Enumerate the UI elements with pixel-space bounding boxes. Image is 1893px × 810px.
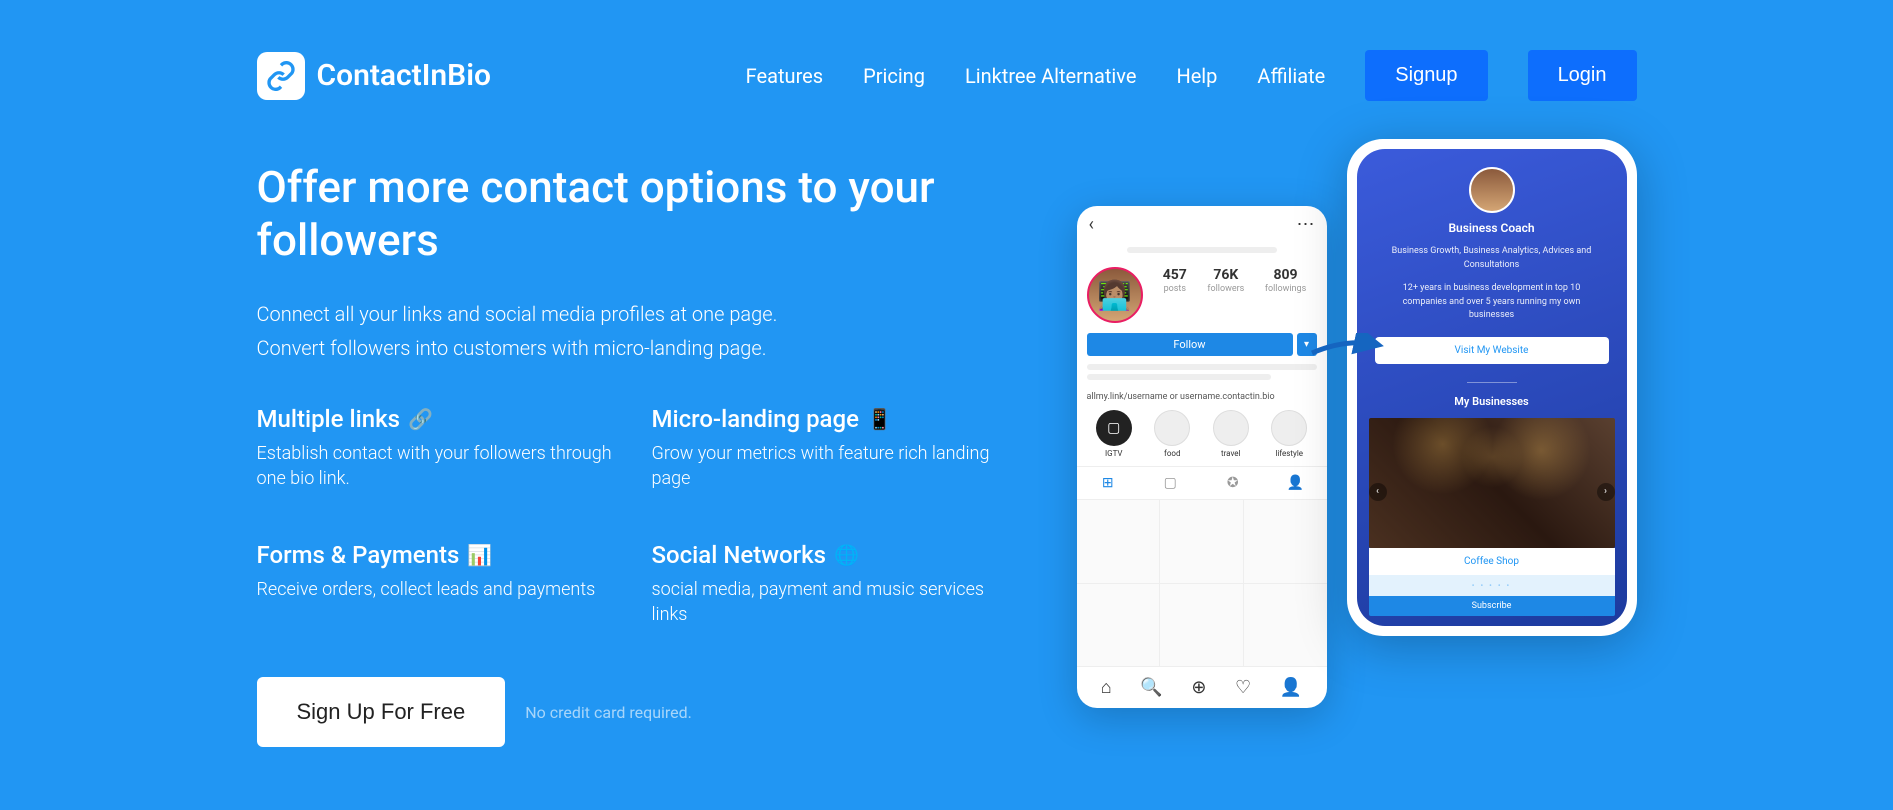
story-igtv: ▢IGTV [1096, 410, 1132, 458]
landing-desc2: 12+ years in business development in top… [1367, 282, 1617, 323]
landing-title: Business Coach [1367, 221, 1617, 235]
feature-desc: Establish contact with your followers th… [257, 441, 622, 491]
feature-title: Micro-landing page [652, 405, 859, 433]
feature-forms-payments: Forms & Payments 📊 Receive orders, colle… [257, 541, 622, 627]
story-lifestyle: lifestyle [1271, 410, 1307, 458]
landing-avatar [1469, 167, 1515, 213]
cta-note: No credit card required. [525, 703, 692, 722]
nav-features[interactable]: Features [746, 64, 823, 88]
landing-divider [1467, 382, 1517, 383]
main-nav: Features Pricing Linktree Alternative He… [746, 50, 1637, 101]
feature-multiple-links: Multiple links 🔗 Establish contact with … [257, 405, 622, 491]
home-icon: ⌂ [1101, 677, 1112, 698]
logo[interactable]: ContactInBio [257, 52, 491, 100]
insta-profile-row: 👩🏽‍💻 457 posts 76K followers 809 foll [1077, 257, 1327, 333]
search-icon: 🔍 [1140, 677, 1162, 698]
feature-desc: Receive orders, collect leads and paymen… [257, 577, 622, 602]
landing-carousel: ‹ › [1367, 418, 1617, 548]
signup-free-button[interactable]: Sign Up For Free [257, 677, 506, 747]
stat-following: 809 followings [1265, 267, 1306, 323]
insta-stats: 457 posts 76K followers 809 followings [1153, 267, 1317, 323]
instagram-mockup: ‹ ⋯ 👩🏽‍💻 457 posts 76K followers [1077, 206, 1327, 708]
carousel-prev-icon: ‹ [1369, 483, 1387, 501]
hero-sub-line2: Convert followers into customers with mi… [257, 331, 1017, 365]
visit-website-button: Visit My Website [1375, 337, 1609, 364]
grid-tab-icon: ⊞ [1077, 467, 1140, 499]
insta-bio-placeholder [1077, 364, 1327, 392]
feature-micro-landing: Micro-landing page 📱 Grow your metrics w… [652, 405, 1017, 491]
hero-phones: ‹ ⋯ 👩🏽‍💻 457 posts 76K followers [1077, 161, 1637, 711]
more-icon: ⋯ [1297, 214, 1315, 235]
hero-section: Offer more contact options to your follo… [257, 161, 1637, 747]
login-button[interactable]: Login [1528, 50, 1637, 101]
cta-row: Sign Up For Free No credit card required… [257, 677, 1017, 747]
insta-username-placeholder [1127, 247, 1277, 253]
stat-followers: 76K followers [1207, 267, 1244, 323]
globe-icon: 🌐 [834, 543, 859, 567]
features-grid: Multiple links 🔗 Establish contact with … [257, 405, 1017, 628]
profile-icon: 👤 [1280, 677, 1302, 698]
landing-desc1: Business Growth, Business Analytics, Adv… [1367, 245, 1617, 272]
phone-icon: 📱 [867, 407, 892, 431]
heart-icon: ♡ [1235, 677, 1251, 698]
coffee-shop-image [1369, 418, 1615, 548]
arrow-icon [1307, 333, 1387, 363]
feature-title: Forms & Payments [257, 541, 460, 569]
tagged-tab-icon: 👤 [1264, 467, 1327, 499]
landing-screen: Business Coach Business Growth, Business… [1357, 149, 1627, 626]
nav-linktree[interactable]: Linktree Alternative [965, 64, 1136, 88]
signup-button[interactable]: Signup [1365, 50, 1487, 101]
insta-bio-link: allmy.link/username or username.contacti… [1077, 392, 1327, 410]
subscribe-button: Subscribe [1369, 596, 1615, 616]
hero-title: Offer more contact options to your follo… [257, 161, 1017, 267]
feature-social-networks: Social Networks 🌐 social media, payment … [652, 541, 1017, 627]
nav-pricing[interactable]: Pricing [863, 64, 925, 88]
feature-desc: social media, payment and music services… [652, 577, 1017, 627]
logo-icon [257, 52, 305, 100]
hero-content: Offer more contact options to your follo… [257, 161, 1017, 747]
insta-follow-row: Follow ▾ [1077, 333, 1327, 364]
add-icon: ⊕ [1191, 677, 1206, 698]
nav-affiliate[interactable]: Affiliate [1257, 64, 1325, 88]
insta-top-bar: ‹ ⋯ [1077, 206, 1327, 243]
brand-name: ContactInBio [317, 58, 491, 93]
link-icon: 🔗 [408, 407, 433, 431]
hero-sub-line1: Connect all your links and social media … [257, 297, 1017, 331]
insta-bottom-nav: ⌂ 🔍 ⊕ ♡ 👤 [1077, 666, 1327, 708]
feed-tab-icon: ▢ [1139, 467, 1202, 499]
back-icon: ‹ [1089, 214, 1094, 235]
insta-post-grid [1077, 500, 1327, 666]
nav-help[interactable]: Help [1176, 64, 1217, 88]
follow-button: Follow [1087, 333, 1293, 356]
landing-page-mockup: Business Coach Business Growth, Business… [1347, 139, 1637, 636]
hero-subtitle: Connect all your links and social media … [257, 297, 1017, 365]
insta-avatar: 👩🏽‍💻 [1087, 267, 1143, 323]
star-tab-icon: ✪ [1202, 467, 1265, 499]
header: ContactInBio Features Pricing Linktree A… [257, 0, 1637, 101]
story-travel: travel [1213, 410, 1249, 458]
stat-posts: 457 posts [1163, 267, 1187, 323]
feature-title: Social Networks [652, 541, 826, 569]
card-title: Coffee Shop [1369, 548, 1615, 575]
feature-title: Multiple links [257, 405, 400, 433]
landing-section-title: My Businesses [1367, 395, 1617, 408]
insta-stories: ▢IGTV food travel lifestyle [1077, 410, 1327, 466]
chart-icon: 📊 [467, 543, 492, 567]
feature-desc: Grow your metrics with feature rich land… [652, 441, 1017, 491]
insta-tabs: ⊞ ▢ ✪ 👤 [1077, 466, 1327, 500]
carousel-dots: • • • • • [1369, 575, 1615, 596]
story-food: food [1154, 410, 1190, 458]
carousel-next-icon: › [1597, 483, 1615, 501]
